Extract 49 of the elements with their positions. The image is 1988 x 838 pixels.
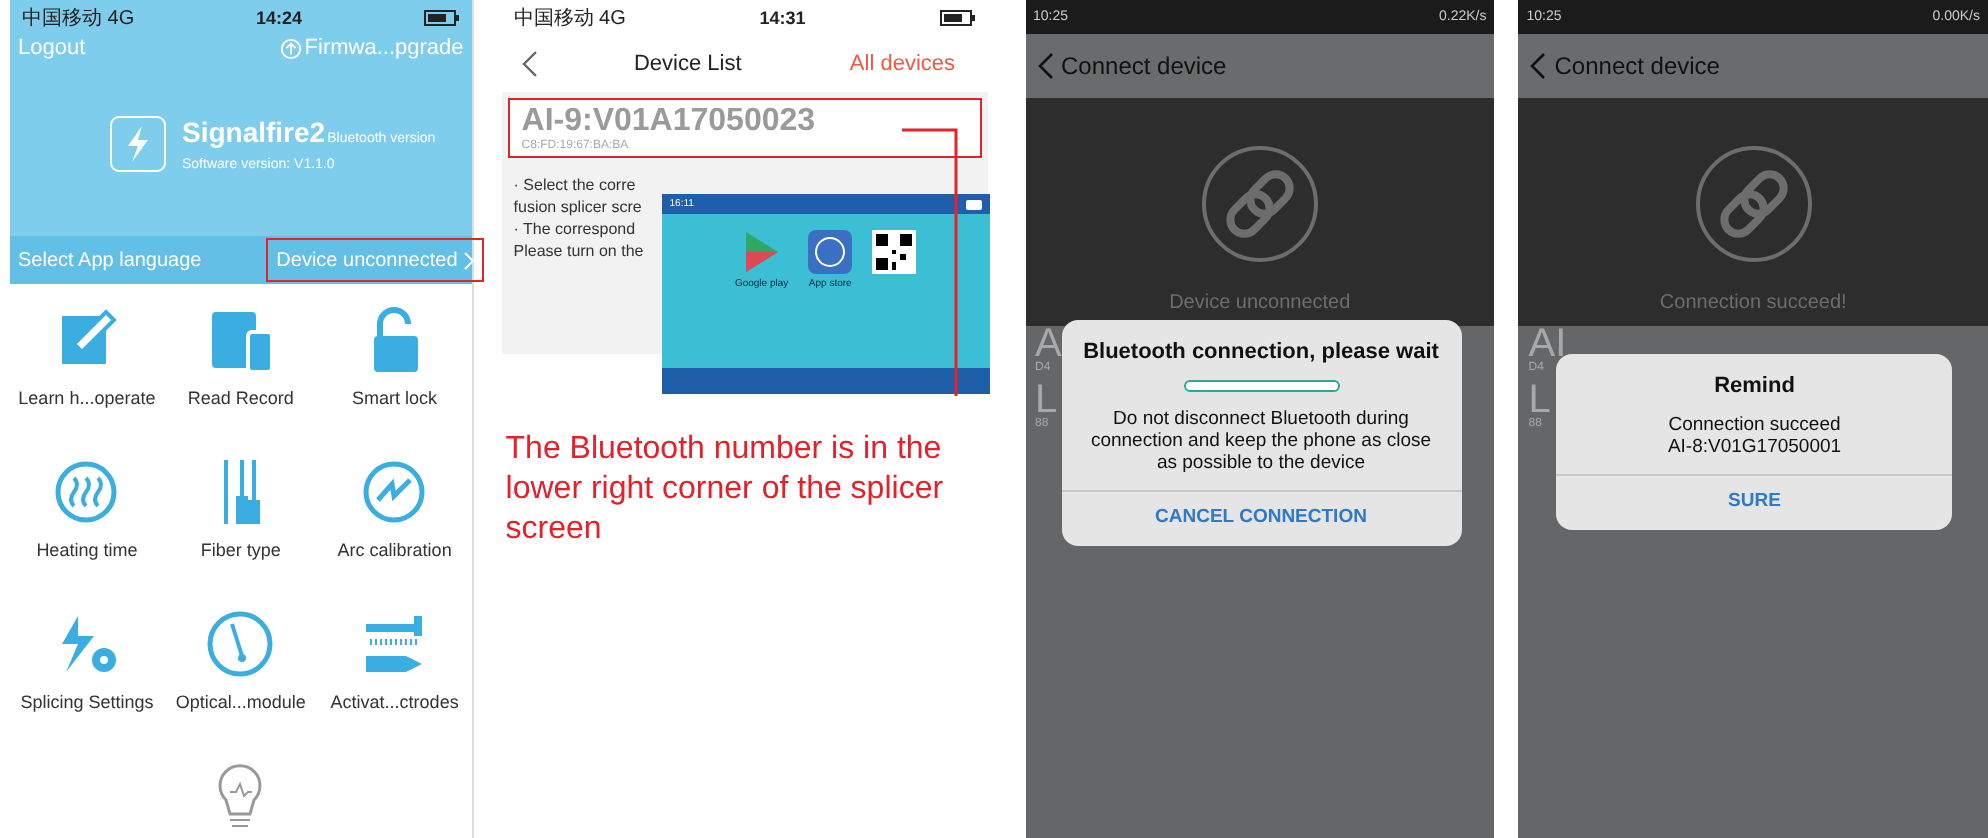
page-title: Connect device — [1061, 52, 1227, 80]
clock: 14:31 — [759, 8, 806, 28]
dialog-button[interactable]: CANCEL CONNECTION — [1061, 490, 1461, 546]
back-icon[interactable] — [1530, 52, 1547, 80]
menu-item[interactable]: Heating time — [10, 456, 164, 608]
battery-icon — [423, 10, 460, 26]
back-icon[interactable] — [1037, 52, 1053, 80]
device-list-text: A — [1035, 326, 1062, 362]
menu-item[interactable]: Smart lock — [317, 304, 472, 456]
dialog-message: Connection succeed AI-8:V01G17050001 — [1665, 412, 1844, 462]
carrier-label: 中国移动 4G — [22, 5, 135, 32]
menu-item[interactable]: Learn h...operate — [10, 304, 164, 456]
instruction-text: Please turn on the — [513, 240, 644, 262]
carrier-label: 中国移动 4G — [513, 5, 626, 32]
chevron-icon — [463, 251, 474, 269]
dialog-title: Bluetooth connection, please wait — [1081, 338, 1441, 368]
back-icon[interactable] — [521, 50, 538, 78]
qr-code-icon — [872, 230, 917, 274]
device-list-text: AI — [1528, 326, 1567, 362]
instruction-text: · The correspond — [513, 218, 636, 240]
connection-status: Connection succeed! — [1659, 292, 1847, 314]
device-list-text: L — [1528, 382, 1551, 418]
device-list-text: L — [1035, 382, 1058, 418]
battery-icon — [939, 10, 975, 26]
dialog-title: Remind — [1712, 372, 1797, 402]
menu-item[interactable]: Splicing Settings — [10, 608, 164, 760]
caption-text: The Bluetooth number is in the lower right corner of the splicer screen — [505, 430, 946, 550]
dialog-button[interactable]: SURE — [1556, 474, 1953, 530]
menu-item[interactable]: Read Record — [163, 304, 318, 456]
clock: 14:24 — [255, 8, 302, 28]
device-name: AI-9:V01A17050023 — [521, 104, 818, 139]
connection-status: Device unconnected — [1169, 292, 1351, 314]
menu-item[interactable]: Arc calibration — [317, 456, 472, 608]
dialog-message: Do not disconnect Bluetooth during connection and keep the phone as close as possible to the device — [1088, 406, 1434, 478]
upload-icon — [280, 37, 303, 59]
link-icon — [1199, 144, 1320, 264]
link-icon — [1693, 144, 1814, 264]
logo-icon — [110, 116, 166, 172]
instruction-text: · Select the corre — [513, 174, 636, 196]
instruction-text: fusion splicer scre — [513, 196, 642, 218]
page-title: Device List — [633, 52, 742, 76]
page-title: Connect device — [1554, 52, 1720, 80]
app-name: Signalfire2 — [182, 116, 326, 148]
menu-item[interactable]: Optical...module — [163, 608, 318, 760]
menu-item[interactable]: Fiber type — [163, 456, 318, 608]
menu-item-icon — [204, 608, 277, 680]
battery-icon — [965, 199, 982, 209]
menu-item[interactable]: Activat...ctrodes — [317, 608, 472, 760]
store-icon — [808, 230, 853, 274]
